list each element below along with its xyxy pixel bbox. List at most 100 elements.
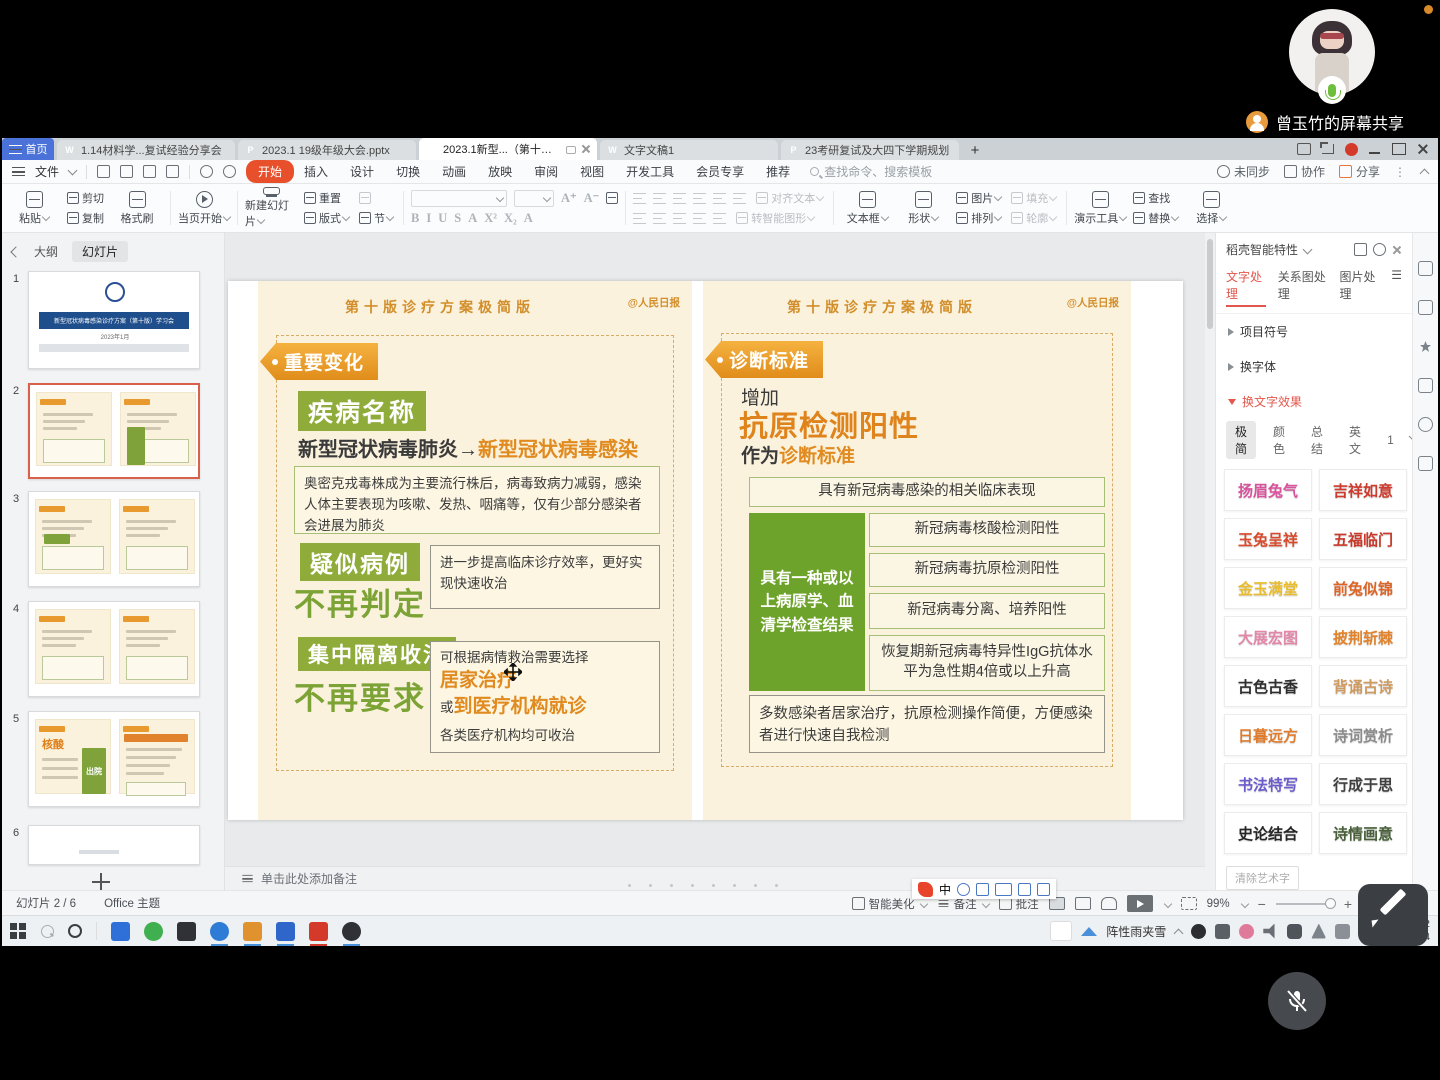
- copy-button[interactable]: 复制: [64, 209, 107, 227]
- close-button[interactable]: [1416, 143, 1430, 155]
- file-menu[interactable]: 文件: [35, 163, 59, 180]
- clear-format-icon[interactable]: [606, 192, 618, 204]
- section-bullets[interactable]: 项目符号: [1216, 314, 1412, 349]
- app-browser-icon[interactable]: [210, 922, 229, 941]
- wps-logo-icon[interactable]: [1345, 143, 1358, 156]
- subscript-button[interactable]: X₂: [504, 211, 517, 226]
- app-dark-icon[interactable]: [177, 922, 196, 941]
- save-icon[interactable]: [97, 165, 110, 178]
- slide-thumbnail-2-selected[interactable]: 2: [28, 383, 200, 479]
- pin-tab-icon[interactable]: [566, 146, 576, 154]
- underline-button[interactable]: U: [438, 211, 447, 226]
- arrange-button[interactable]: 排列: [953, 209, 1004, 227]
- start-from-page-button[interactable]: 当页开始: [178, 187, 230, 229]
- text-effect-card-12[interactable]: 诗词赏析: [1319, 714, 1407, 756]
- presentation-tools-button[interactable]: 演示工具: [1074, 187, 1126, 229]
- maximize-button[interactable]: [1392, 143, 1406, 155]
- text-effect-card-9[interactable]: 古色古香: [1224, 665, 1312, 707]
- chip-5[interactable]: 1: [1378, 431, 1403, 449]
- align-center-icon[interactable]: [653, 213, 666, 224]
- microphone-muted-button[interactable]: [1268, 972, 1326, 1030]
- volume-icon[interactable]: [1263, 924, 1278, 939]
- edit-pane-icon[interactable]: [1418, 456, 1433, 471]
- weather-text[interactable]: 阵性雨夹雪: [1106, 923, 1166, 940]
- document-tab-4[interactable]: W文字文稿1: [600, 140, 778, 160]
- italic-button[interactable]: I: [426, 211, 431, 226]
- align-text-button[interactable]: 对齐文本: [753, 189, 826, 207]
- qq-penguin-icon[interactable]: [1191, 924, 1206, 939]
- text-effect-card-1[interactable]: 扬眉兔气: [1224, 469, 1312, 511]
- export-icon[interactable]: [120, 165, 133, 178]
- spacer[interactable]: [356, 189, 396, 207]
- ime-toolbox-icon[interactable]: [1037, 883, 1050, 896]
- replace-button[interactable]: 替换: [1130, 209, 1181, 227]
- command-search[interactable]: 查找命令、搜索模板: [810, 163, 932, 180]
- slide-thumbnail-4[interactable]: 4: [28, 601, 200, 697]
- align-left-icon[interactable]: [633, 213, 646, 224]
- select-button[interactable]: 选择: [1185, 187, 1237, 229]
- justify-icon[interactable]: [693, 213, 706, 224]
- align-right-icon[interactable]: [673, 213, 686, 224]
- tab-grid-icon[interactable]: [1321, 143, 1335, 155]
- picture-button[interactable]: 图片: [953, 189, 1004, 207]
- cut-button[interactable]: 剪切: [64, 189, 107, 207]
- reading-view-button[interactable]: [1101, 897, 1117, 910]
- strikethrough-button[interactable]: S: [454, 211, 461, 226]
- print-icon[interactable]: [143, 165, 156, 178]
- shapes-button[interactable]: 形状: [897, 187, 949, 229]
- ime-mic-icon[interactable]: [976, 883, 989, 896]
- fit-slide-icon[interactable]: [1181, 897, 1197, 910]
- text-effect-card-2[interactable]: 吉祥如意: [1319, 469, 1407, 511]
- app-photos-icon[interactable]: [276, 922, 295, 941]
- keyboard-icon[interactable]: [995, 883, 1012, 896]
- share-button[interactable]: 分享: [1339, 163, 1380, 180]
- distribute-icon[interactable]: [713, 213, 726, 224]
- text-effect-card-10[interactable]: 背诵古诗: [1319, 665, 1407, 707]
- slide-2-canvas[interactable]: 第十版诊疗方案极简版 @人民日报 重要变化 疾病名称 新型冠状病毒肺炎→新型冠状…: [228, 281, 1183, 820]
- menu-5[interactable]: 动画: [442, 163, 466, 180]
- emoji-icon[interactable]: [957, 883, 970, 896]
- text-effect-card-3[interactable]: 玉兔呈祥: [1224, 518, 1312, 560]
- chip-1[interactable]: 极简: [1226, 421, 1256, 459]
- help-icon[interactable]: [1418, 417, 1433, 432]
- preview-icon[interactable]: [166, 165, 179, 178]
- zoom-in-button[interactable]: +: [1344, 896, 1352, 912]
- columns-icon[interactable]: [713, 193, 726, 204]
- text-effect-card-5[interactable]: 金玉满堂: [1224, 567, 1312, 609]
- zoom-level[interactable]: 99%: [1207, 898, 1230, 910]
- text-effect-card-8[interactable]: 披荆斩棘: [1319, 616, 1407, 658]
- menu-2[interactable]: 插入: [304, 163, 328, 180]
- tray-touch-keyboard-icon[interactable]: [1050, 921, 1072, 941]
- pane-tab-3[interactable]: 图片处理: [1339, 268, 1379, 307]
- start-button[interactable]: [10, 923, 27, 940]
- bullets-icon[interactable]: [633, 193, 646, 204]
- cortana-icon[interactable]: [68, 924, 82, 938]
- numbering-icon[interactable]: [653, 193, 666, 204]
- menu-8[interactable]: 视图: [580, 163, 604, 180]
- pane-settings-gear-icon[interactable]: [1354, 243, 1367, 256]
- zoom-slider-thumb[interactable]: [1325, 898, 1336, 909]
- text-effect-card-4[interactable]: 五福临门: [1319, 518, 1407, 560]
- zoom-out-button[interactable]: −: [1258, 896, 1266, 912]
- pane-tab-menu-icon[interactable]: ☰: [1391, 268, 1402, 307]
- chip-2[interactable]: 颜色: [1264, 421, 1294, 459]
- theme-name[interactable]: Office 主题: [104, 895, 160, 911]
- ime-mode[interactable]: 中: [939, 881, 951, 898]
- windows-pane-icon[interactable]: [1418, 378, 1433, 393]
- new-slide-button[interactable]: 新建幻灯片: [245, 187, 297, 229]
- slide-thumbnail-3[interactable]: 3: [28, 491, 200, 587]
- main-menu-icon[interactable]: [12, 167, 25, 176]
- skin-icon[interactable]: [1018, 883, 1031, 896]
- tray-face-icon[interactable]: [1239, 924, 1254, 939]
- clear-wordart-button[interactable]: 清除艺术字: [1226, 866, 1299, 890]
- effects-star-icon[interactable]: [1418, 339, 1433, 354]
- paste-button[interactable]: 粘贴: [8, 187, 60, 229]
- document-tab-5[interactable]: P23考研复试及大四下学期规划: [781, 140, 959, 160]
- network-icon[interactable]: [1335, 924, 1350, 939]
- fill-button[interactable]: 填充: [1008, 189, 1059, 207]
- slide-thumbnail-1[interactable]: 1 新型冠状病毒感染诊疗方案（第十版）学习会 2023年1月: [28, 271, 200, 369]
- pane-title-chevron-icon[interactable]: [1303, 245, 1313, 255]
- pane-bell-icon[interactable]: [1373, 243, 1386, 256]
- section-change-font[interactable]: 换字体: [1216, 349, 1412, 384]
- tray-display-icon[interactable]: [1215, 924, 1230, 939]
